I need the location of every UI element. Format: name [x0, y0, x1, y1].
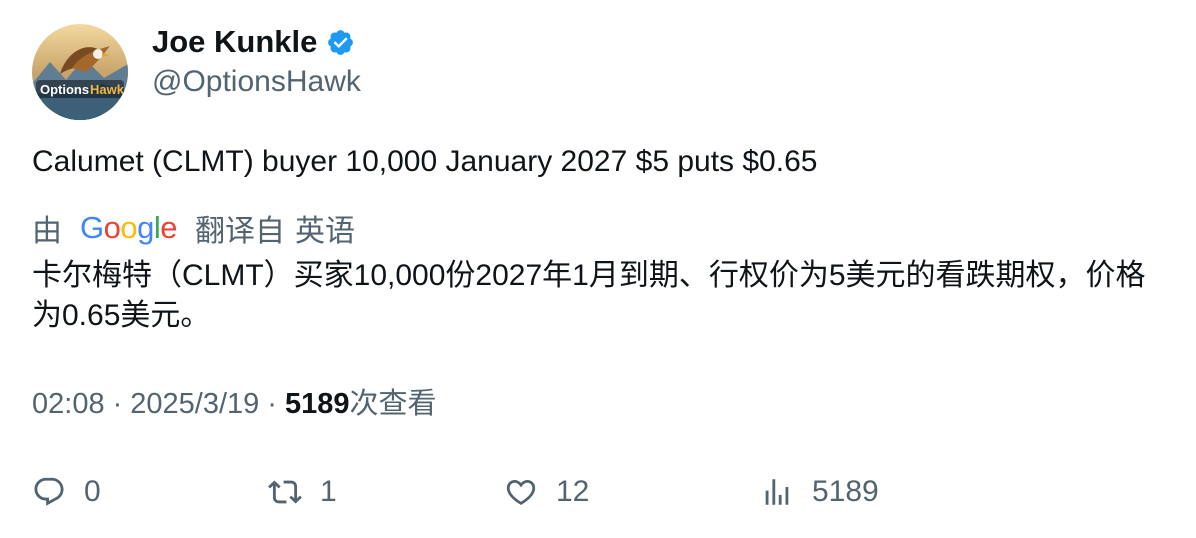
reply-button[interactable]: 0	[32, 470, 101, 514]
like-count: 12	[556, 475, 590, 508]
meta-separator: ·	[112, 388, 123, 420]
retweet-button[interactable]: 1	[268, 470, 337, 514]
tweet-card: Options Hawk Joe Kunkle @OptionsHawk Cal…	[0, 0, 1196, 538]
reply-count: 0	[84, 475, 101, 508]
retweet-icon	[268, 480, 302, 504]
translation-attribution: 由 Google 翻译自 英语	[32, 208, 355, 248]
translated-from-label: 翻译自	[195, 215, 286, 248]
tweet-meta: 02:08 · 2025/3/19 · 5189 次查看	[32, 384, 436, 424]
google-logo[interactable]: Google	[80, 208, 178, 248]
retweet-count: 1	[320, 475, 337, 508]
like-button[interactable]: 12	[504, 470, 589, 514]
source-language: 英语	[295, 215, 356, 248]
action-bar: 0 1 12 5189	[32, 470, 1172, 514]
views-count: 5189	[812, 475, 879, 508]
tweet-text: Calumet (CLMT) buyer 10,000 January 2027…	[32, 145, 818, 178]
avatar[interactable]: Options Hawk	[32, 24, 128, 120]
meta-separator: ·	[267, 388, 277, 420]
verified-badge-icon	[326, 28, 355, 57]
views-button[interactable]: 5189	[760, 470, 879, 514]
translated-by-label: 由	[32, 215, 62, 248]
meta-views-count: 5189	[284, 388, 350, 420]
author-name-row: Joe Kunkle	[152, 22, 355, 62]
meta-views-label: 次查看	[349, 388, 437, 420]
author-handle[interactable]: @OptionsHawk	[152, 62, 361, 102]
tweet-date[interactable]: 2025/3/19	[130, 384, 259, 424]
svg-text:Hawk: Hawk	[90, 82, 125, 97]
tweet-time[interactable]: 02:08	[32, 384, 105, 424]
reply-icon	[34, 477, 64, 506]
views-chart-icon	[765, 479, 789, 505]
author-display-name[interactable]: Joe Kunkle	[152, 22, 317, 62]
avatar-image: Options Hawk	[32, 24, 128, 120]
heart-icon	[506, 479, 536, 505]
translated-text: 卡尔梅特（CLMT）买家10,000份2027年1月到期、行权价为5美元的看跌期…	[32, 259, 1146, 332]
svg-text:Options: Options	[40, 82, 89, 97]
